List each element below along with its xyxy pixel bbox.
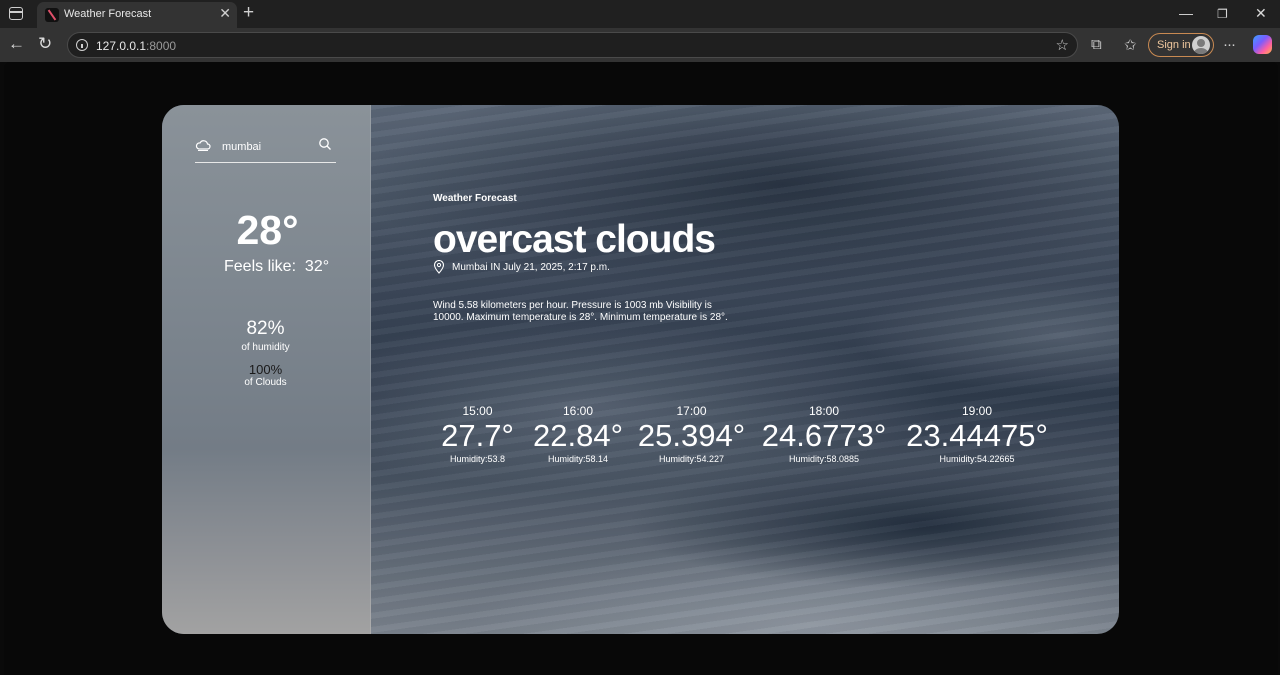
back-arrow-icon[interactable]: ← (8, 34, 25, 54)
forecast-item: 16:00 22.84° Humidity:58.14 (528, 404, 628, 464)
forecast-temperature: 25.394° (637, 418, 746, 453)
address-bar-row: ← ↻ 127.0.0.1:8000 ☆ ⧉ ✩ Sign in ··· (0, 28, 1280, 62)
close-window-icon[interactable]: ✕ (1255, 5, 1267, 22)
forecast-humidity: Humidity:53.8 (449, 454, 506, 464)
forecast-temperature: 22.84° (533, 418, 623, 453)
tab-strip: Weather Forecast ✕ + — ❐ ✕ (0, 0, 1280, 28)
favorites-icon[interactable]: ✩ (1124, 36, 1137, 54)
search-icon[interactable] (318, 137, 332, 151)
main-panel: Weather Forecast overcast clouds Mumbai … (371, 105, 1119, 634)
city-search-form: mumbai (195, 135, 336, 163)
forecast-time: 15:00 (462, 404, 493, 418)
forecast-humidity: Humidity:58.0885 (788, 454, 860, 464)
copilot-icon[interactable] (1253, 35, 1272, 54)
humidity-label: of humidity (241, 342, 290, 353)
browser-tab[interactable]: Weather Forecast ✕ (37, 2, 237, 28)
forecast-time: 16:00 (562, 404, 594, 418)
url-text: 127.0.0.1:8000 (96, 39, 176, 53)
clouds-value: 100% (248, 362, 283, 377)
tab-title: Weather Forecast (64, 8, 152, 20)
url-field[interactable]: 127.0.0.1:8000 ☆ (67, 32, 1078, 58)
weather-condition: overcast clouds (433, 218, 716, 261)
forecast-item: 19:00 23.44475° Humidity:54.22665 (901, 404, 1053, 464)
url-host: 127.0.0.1 (96, 39, 147, 53)
forecast-time: 19:00 (961, 404, 993, 418)
sidebar-panel: mumbai 28° Feels like: 32° 82% of humidi… (162, 105, 371, 634)
forecast-temperature: 24.6773° (761, 418, 887, 453)
humidity-value: 82% (246, 318, 285, 339)
tab-close-icon[interactable]: ✕ (219, 5, 231, 22)
sign-in-button[interactable]: Sign in (1148, 33, 1214, 57)
extensions-icon[interactable]: ⧉ (1091, 36, 1102, 53)
forecast-temperature: 23.44475° (906, 418, 1048, 453)
more-options-icon[interactable]: ··· (1223, 36, 1236, 53)
favorite-star-icon[interactable]: ☆ (1056, 36, 1069, 54)
clouds-label: of Clouds (244, 377, 287, 388)
feels-like-value: 32° (304, 258, 330, 275)
site-info-icon[interactable] (76, 39, 88, 51)
sign-in-label: Sign in (1157, 39, 1191, 51)
current-temperature: 28° (236, 207, 299, 253)
location-datetime: Mumbai IN July 21, 2025, 2:17 p.m. (452, 262, 610, 273)
tab-favicon-icon (45, 8, 59, 22)
forecast-time: 17:00 (676, 404, 707, 418)
city-search-input[interactable]: mumbai (222, 141, 261, 153)
window-menu-icon[interactable] (9, 7, 23, 20)
reload-icon[interactable]: ↻ (38, 34, 52, 54)
forecast-item: 15:00 27.7° Humidity:53.8 (433, 404, 522, 464)
forecast-temperature: 27.7° (441, 418, 514, 453)
minimize-icon[interactable]: — (1179, 5, 1193, 21)
forecast-humidity: Humidity:58.14 (547, 454, 609, 464)
avatar-icon (1192, 36, 1210, 54)
feels-like-label: Feels like: (224, 258, 297, 275)
cloud-icon (195, 140, 211, 151)
forecast-time: 18:00 (808, 404, 840, 418)
forecast-humidity: Humidity:54.227 (658, 454, 725, 464)
app-label: Weather Forecast (433, 193, 517, 204)
feels-like: Feels like: 32° (224, 258, 344, 276)
location-pin-icon (433, 260, 445, 274)
restore-icon[interactable]: ❐ (1217, 7, 1228, 21)
new-tab-icon[interactable]: + (243, 2, 254, 24)
forecast-item: 18:00 24.6773° Humidity:58.0885 (759, 404, 889, 464)
url-port: :8000 (146, 39, 177, 53)
weather-card: mumbai 28° Feels like: 32° 82% of humidi… (162, 105, 1119, 634)
forecast-humidity: Humidity:54.22665 (939, 454, 1015, 464)
weather-description: Wind 5.58 kilometers per hour. Pressure … (433, 300, 728, 323)
forecast-item: 17:00 25.394° Humidity:54.227 (634, 404, 749, 464)
